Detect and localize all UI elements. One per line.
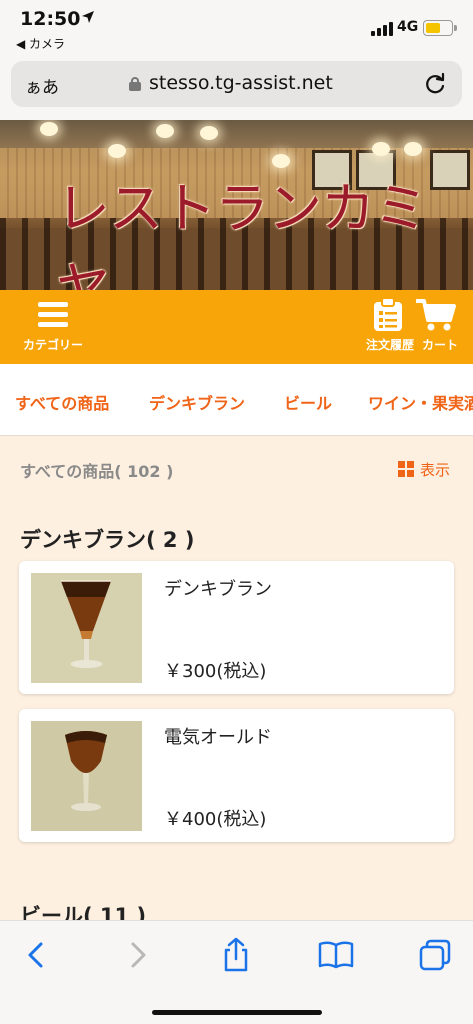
cart-label: カート: [422, 338, 459, 352]
shop-nav-bar: カテゴリー 注文履歴 カート: [0, 290, 473, 364]
order-history-button[interactable]: 注文履歴: [366, 298, 414, 358]
url-text[interactable]: stesso.tg-assist.net: [149, 72, 333, 94]
banner-light: [40, 122, 58, 136]
banner-light: [108, 144, 126, 158]
product-card[interactable]: デンキブラン ￥300(税込): [19, 561, 454, 694]
order-history-label: 注文履歴: [366, 338, 415, 352]
restaurant-title: レストランカミヤ: [56, 177, 428, 290]
category-label: カテゴリー: [22, 338, 83, 352]
lock-icon: [129, 77, 141, 91]
network-type: 4G: [397, 19, 419, 35]
view-toggle-button[interactable]: 表示: [398, 458, 458, 479]
cart-button[interactable]: カート: [410, 298, 460, 358]
product-card[interactable]: 電気オールド ￥400(税込): [19, 709, 454, 842]
battery-icon: [423, 20, 457, 36]
browser-address-area: ぁあ stesso.tg-assist.net: [0, 56, 473, 120]
restaurant-banner: レストランカミヤ: [0, 120, 473, 290]
share-icon[interactable]: [216, 935, 256, 975]
book-icon[interactable]: [316, 935, 356, 975]
section-title: デンキブラン( 2 ): [20, 528, 195, 552]
signal-icon: [371, 22, 393, 36]
tab-all-products[interactable]: すべての商品: [15, 390, 109, 414]
grid-icon: [398, 461, 414, 477]
category-tabs: すべての商品 デンキブラン ビール ワイン・果実酒: [0, 364, 473, 436]
banner-light: [372, 142, 390, 156]
chevron-right-icon[interactable]: [118, 935, 158, 975]
all-products-count: すべての商品( 102 ): [20, 462, 174, 481]
product-image: [31, 573, 142, 683]
browser-toolbar: [0, 920, 473, 1024]
banner-light: [404, 142, 422, 156]
address-bar[interactable]: ぁあ stesso.tg-assist.net: [11, 61, 462, 107]
view-label: 表示: [420, 461, 451, 479]
product-image: [31, 721, 142, 831]
tabs-icon[interactable]: [415, 935, 455, 975]
tab-wine[interactable]: ワイン・果実酒: [368, 390, 473, 414]
tab-beer[interactable]: ビール: [284, 390, 332, 414]
tab-denki-bran[interactable]: デンキブラン: [149, 390, 245, 414]
status-time: 12:50: [20, 8, 81, 30]
product-name: 電気オールド: [164, 727, 272, 748]
banner-light: [200, 126, 218, 140]
chevron-left-icon[interactable]: [16, 935, 56, 975]
product-name: デンキブラン: [164, 579, 272, 600]
category-button[interactable]: カテゴリー: [18, 298, 88, 358]
location-arrow-icon: [82, 11, 94, 23]
cart-icon: [416, 299, 456, 331]
menu-icon: [38, 302, 68, 328]
status-bar: 12:50 ◀ カメラ 4G: [0, 0, 473, 56]
text-size-button[interactable]: ぁあ: [25, 73, 59, 98]
next-section-title: ビール( 11 ): [20, 904, 147, 920]
product-list-area: すべての商品( 102 ) 表示 デンキブラン( 2 ) デンキブラン ￥300…: [0, 436, 473, 920]
product-price: ￥400(税込): [164, 809, 267, 830]
banner-light: [156, 124, 174, 138]
home-indicator: [152, 1010, 322, 1015]
reload-icon[interactable]: [422, 71, 448, 97]
product-price: ￥300(税込): [164, 661, 267, 682]
back-to-camera-link[interactable]: ◀ カメラ: [16, 35, 65, 52]
clipboard-icon: [374, 298, 402, 331]
